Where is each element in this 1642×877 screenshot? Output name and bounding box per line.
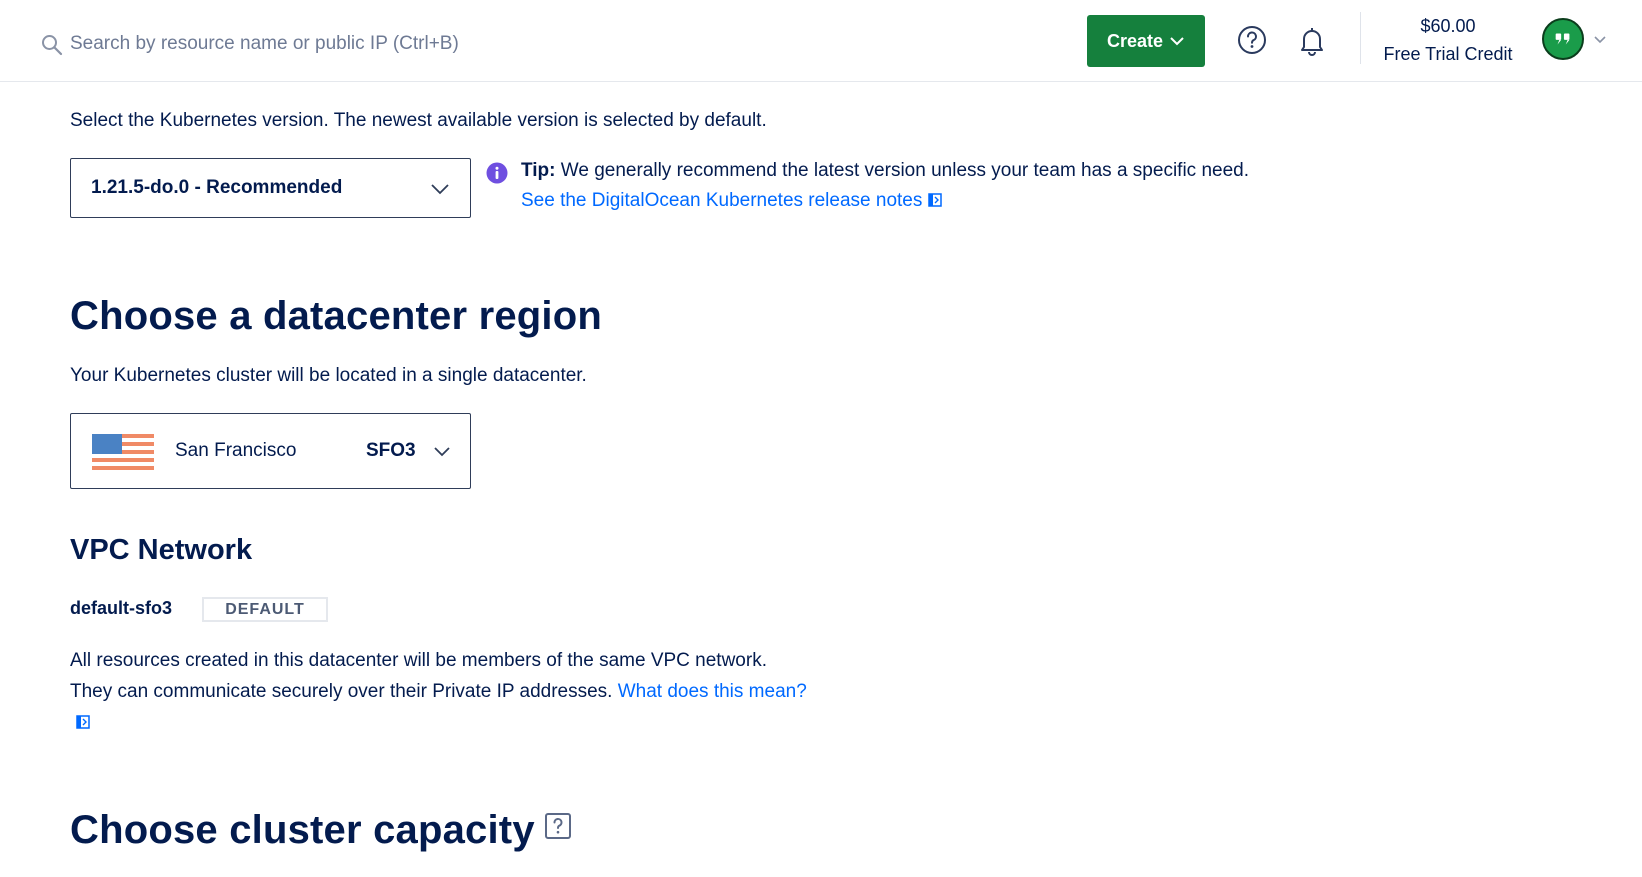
vpc-network-name: default-sfo3 [70, 598, 173, 618]
capacity-title: Choose cluster capacity [70, 808, 571, 853]
help-icon[interactable] [1237, 25, 1267, 55]
region-description: Your Kubernetes cluster will be located … [70, 365, 587, 386]
region-name: San Francisco [175, 440, 297, 461]
chevron-down-icon [434, 447, 450, 457]
vpc-help-link-label: What does this mean? [617, 681, 807, 702]
default-badge: DEFAULT [202, 597, 328, 622]
vpc-title: VPC Network [70, 534, 253, 566]
release-notes-link[interactable]: See the DigitalOcean Kubernetes release … [521, 190, 943, 212]
trial-credit: $60.00 Free Trial Credit [1376, 12, 1520, 68]
create-button[interactable]: Create [1087, 15, 1205, 67]
selected-version: 1.21.5-do.0 - Recommended [91, 177, 343, 198]
info-icon [486, 162, 508, 184]
header-divider [1360, 12, 1361, 64]
search-input[interactable] [70, 26, 590, 62]
chevron-down-icon [1170, 37, 1184, 46]
region-title: Choose a datacenter region [70, 294, 602, 338]
us-flag-icon [92, 434, 154, 470]
avatar-glyph-icon [1555, 33, 1570, 45]
credit-amount: $60.00 [1420, 16, 1476, 36]
avatar[interactable] [1542, 18, 1584, 60]
search-icon [42, 35, 63, 56]
top-bar: Create $60.00 Free Trial Credit [0, 0, 1642, 82]
chevron-down-icon[interactable] [1592, 31, 1608, 47]
release-notes-label: See the DigitalOcean Kubernetes release … [521, 190, 923, 211]
region-code: SFO3 [366, 440, 416, 461]
external-link-icon [76, 715, 90, 729]
tip-text: We generally recommend the latest versio… [555, 160, 1249, 181]
region-select[interactable]: San Francisco SFO3 [70, 413, 471, 489]
version-tip: Tip: We generally recommend the latest v… [521, 160, 1249, 182]
create-button-label: Create [1106, 30, 1164, 51]
external-link-icon [928, 193, 943, 207]
chevron-down-icon [431, 184, 449, 195]
capacity-title-text: Choose cluster capacity [70, 808, 535, 852]
kubernetes-version-select[interactable]: 1.21.5-do.0 - Recommended [70, 158, 471, 218]
tip-label: Tip: [521, 160, 556, 181]
help-icon[interactable] [544, 813, 571, 839]
credit-label: Free Trial Credit [1383, 44, 1513, 64]
bell-icon[interactable] [1297, 25, 1327, 57]
version-description: Select the Kubernetes version. The newes… [70, 110, 767, 131]
vpc-description: All resources created in this datacenter… [70, 645, 810, 738]
